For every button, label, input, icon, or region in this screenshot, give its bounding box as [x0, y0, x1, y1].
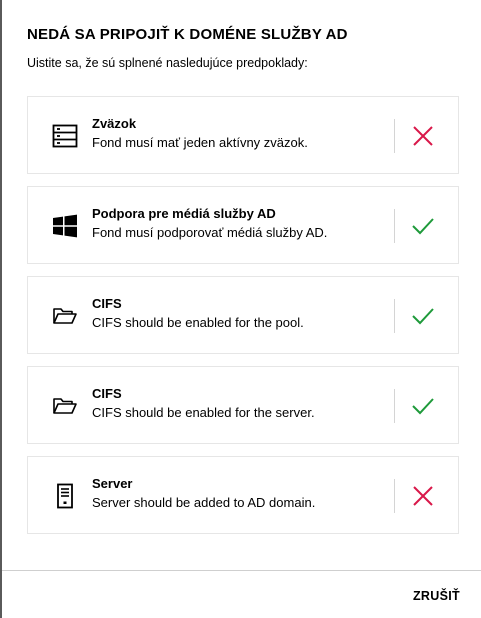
footer-divider: [2, 570, 481, 571]
open-folder-icon: [52, 303, 78, 329]
dialog-subtitle: Uistite sa, že sú splnené nasledujúce pr…: [27, 56, 308, 70]
divider: [394, 389, 395, 423]
requirement-card-cifs-server: CIFS CIFS should be enabled for the serv…: [27, 366, 459, 444]
requirement-name: CIFS: [92, 296, 122, 311]
requirement-card-server: Server Server should be added to AD doma…: [27, 456, 459, 534]
cancel-button[interactable]: ZRUŠIŤ: [398, 583, 468, 609]
requirement-description: Server should be added to AD domain.: [92, 495, 316, 510]
requirement-description: Fond musí podporovať médiá služby AD.: [92, 225, 328, 240]
windows-logo-icon: [52, 213, 78, 239]
ad-domain-dialog: NEDÁ SA PRIPOJIŤ K DOMÉNE SLUŽBY AD Uist…: [0, 0, 481, 618]
requirement-description: Fond musí mať jeden aktívny zväzok.: [92, 135, 308, 150]
fail-x-icon: [410, 123, 436, 149]
requirement-card-volume: Zväzok Fond musí mať jeden aktívny zväzo…: [27, 96, 459, 174]
divider: [394, 209, 395, 243]
pass-check-icon: [410, 213, 436, 239]
server-tower-icon: [52, 483, 78, 509]
open-folder-icon: [52, 393, 78, 419]
pass-check-icon: [410, 303, 436, 329]
requirement-card-ad-media: Podpora pre médiá služby AD Fond musí po…: [27, 186, 459, 264]
divider: [394, 119, 395, 153]
requirement-name: Podpora pre médiá služby AD: [92, 206, 276, 221]
requirement-name: CIFS: [92, 386, 122, 401]
requirement-name: Server: [92, 476, 133, 491]
volume-stack-icon: [52, 123, 78, 149]
pass-check-icon: [410, 393, 436, 419]
requirement-name: Zväzok: [92, 116, 137, 131]
requirement-card-cifs-pool: CIFS CIFS should be enabled for the pool…: [27, 276, 459, 354]
divider: [394, 479, 395, 513]
divider: [394, 299, 395, 333]
requirement-description: CIFS should be enabled for the pool.: [92, 315, 304, 330]
requirement-description: CIFS should be enabled for the server.: [92, 405, 315, 420]
dialog-title: NEDÁ SA PRIPOJIŤ K DOMÉNE SLUŽBY AD: [27, 26, 348, 43]
fail-x-icon: [410, 483, 436, 509]
